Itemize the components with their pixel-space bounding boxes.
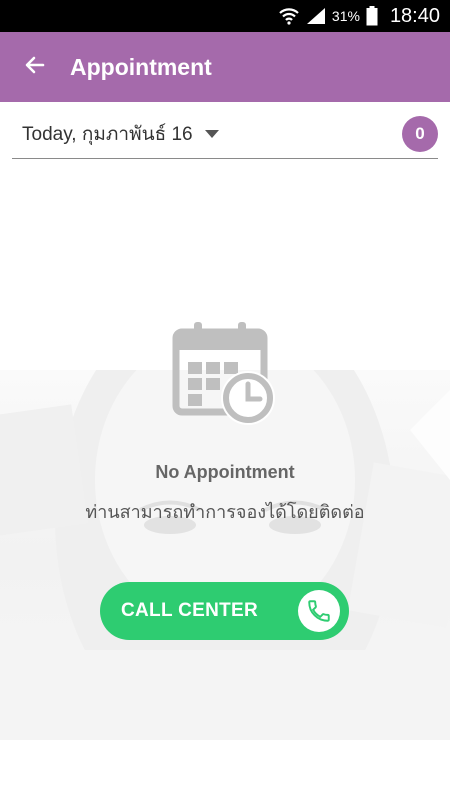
battery-percent: 31%	[331, 8, 360, 24]
appointment-count-badge: 0	[402, 116, 438, 152]
clock: 18:40	[389, 4, 440, 27]
page-title: Appointment	[70, 53, 212, 80]
wifi-icon	[278, 6, 300, 26]
calendar-clock-icon	[170, 320, 280, 430]
call-center-button[interactable]: CALL CENTER	[100, 582, 349, 640]
app-bar: Appointment	[0, 32, 450, 102]
empty-title: No Appointment	[155, 462, 295, 482]
date-label: Today, กุมภาพันธ์ 16	[22, 124, 193, 145]
date-dropdown[interactable]: Today, กุมภาพันธ์ 16	[12, 119, 219, 149]
signal-icon	[306, 7, 326, 25]
empty-subtitle: ท่านสามารถทำการจองได้โดยติดต่อ	[85, 502, 365, 522]
empty-state: No Appointment ท่านสามารถทำการจองได้โดยต…	[0, 320, 450, 526]
phone-icon	[298, 590, 340, 632]
date-filter-row: Today, กุมภาพันธ์ 16 0	[12, 110, 438, 159]
chevron-down-icon	[204, 130, 219, 138]
status-bar: 31% 18:40	[0, 0, 450, 32]
battery-icon	[366, 6, 378, 26]
call-center-label: CALL CENTER	[121, 600, 259, 621]
arrow-left-icon	[23, 53, 47, 82]
back-button[interactable]	[0, 32, 70, 102]
